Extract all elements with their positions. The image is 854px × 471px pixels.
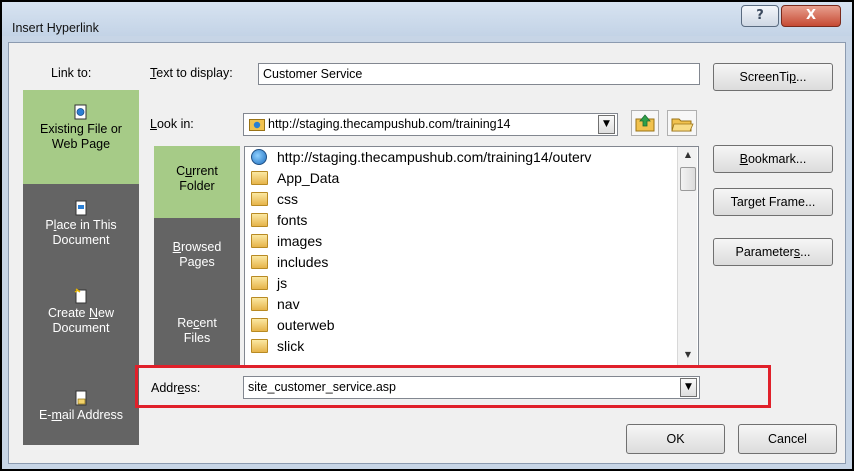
folder-icon [251, 255, 268, 269]
link-to-create-label-1: Create New [47, 306, 114, 320]
scroll-up-arrow[interactable]: ▲ [678, 147, 698, 163]
list-item-name: css [277, 191, 298, 207]
list-item[interactable]: includes [251, 252, 328, 273]
list-item-name: images [277, 233, 323, 249]
up-folder-button[interactable] [631, 110, 659, 136]
link-to-label: Link to: [51, 66, 92, 80]
folder-icon [251, 339, 268, 353]
address-highlight-box [135, 365, 771, 408]
email-address-icon [75, 390, 87, 406]
look-in-web-folder-icon [249, 119, 265, 131]
scroll-down-arrow[interactable]: ▼ [678, 347, 698, 363]
folder-icon [251, 297, 268, 311]
browsed-pages-label-2: Pages [179, 255, 215, 269]
link-to-existing-file-label-1: Existing File or [40, 122, 122, 136]
link-to-bar: Existing File or Web Page Place in This … [23, 90, 139, 445]
link-to-place-label-2: Document [52, 233, 110, 247]
text-to-display-label: Text to display: [150, 66, 233, 80]
close-button[interactable]: X [781, 5, 841, 27]
list-item-name: slick [277, 338, 305, 354]
list-item-name: includes [277, 254, 329, 270]
link-to-email-label: E-mail Address [38, 408, 124, 422]
look-in-label: Look in: [150, 117, 194, 131]
link-to-existing-file-label-2: Web Page [51, 137, 111, 151]
folder-icon [251, 192, 268, 206]
list-item-name: fonts [277, 212, 308, 228]
link-to-create-new-document[interactable]: Create New Document [23, 288, 139, 336]
up-folder-icon [635, 114, 655, 132]
screentip-button[interactable]: ScreenTip... [713, 63, 833, 91]
list-item[interactable]: nav [251, 294, 300, 315]
list-item[interactable]: outerweb [251, 315, 335, 336]
list-item[interactable]: fonts [251, 210, 307, 231]
folder-icon [251, 171, 268, 185]
browse-folder-button[interactable] [667, 110, 697, 136]
new-document-icon [74, 288, 87, 304]
browsed-pages-label-1: Browsed [172, 240, 222, 254]
list-item-name: js [277, 275, 288, 291]
target-frame-button[interactable]: Target Frame... [713, 188, 833, 216]
folder-icon [251, 276, 268, 290]
text-to-display-field[interactable]: Customer Service [258, 63, 700, 85]
web-page-icon [74, 104, 87, 120]
ok-button[interactable]: OK [626, 424, 725, 454]
web-link-icon [251, 149, 267, 165]
link-to-create-label-2: Document [52, 321, 110, 335]
dialog-title: Insert Hyperlink [12, 21, 99, 35]
list-item-name: nav [277, 296, 300, 312]
folder-icon [251, 318, 268, 332]
recent-files-label-1: Recent [177, 316, 217, 330]
list-item[interactable]: App_Data [251, 168, 339, 189]
list-item-name: http://staging.thecampushub.com/training… [277, 149, 592, 165]
look-in-bar: Current Folder Browsed Pages Recent File… [154, 146, 240, 366]
help-button[interactable]: ? [741, 5, 779, 27]
parameters-button[interactable]: Parameters... [713, 238, 833, 266]
list-item[interactable]: images [251, 231, 322, 252]
list-item[interactable]: http://staging.thecampushub.com/training… [251, 147, 591, 168]
list-item[interactable]: css [251, 189, 298, 210]
bookmark-button[interactable]: Bookmark... [713, 145, 833, 173]
list-item-name: App_Data [277, 170, 340, 186]
current-folder-tab[interactable]: Current Folder [154, 146, 240, 218]
cancel-button[interactable]: Cancel [738, 424, 837, 454]
place-in-document-icon [75, 200, 87, 216]
file-list-scrollbar[interactable]: ▲ ▼ [677, 147, 697, 365]
list-item[interactable]: js [251, 273, 287, 294]
recent-files-label-2: Files [183, 331, 211, 345]
folder-icon [251, 213, 268, 227]
current-folder-label-1: Current [176, 164, 218, 178]
link-to-existing-file[interactable]: Existing File or Web Page [23, 90, 139, 184]
title-bar: Insert Hyperlink ? X [2, 2, 852, 36]
link-to-place-in-document[interactable]: Place in This Document [23, 200, 139, 248]
list-item[interactable]: slick [251, 336, 304, 357]
current-folder-label-2: Folder [179, 179, 215, 193]
link-to-email-address[interactable]: E-mail Address [23, 390, 139, 423]
list-item-name: outerweb [277, 317, 335, 333]
browsed-pages-tab[interactable]: Browsed Pages [154, 240, 240, 270]
file-list[interactable]: http://staging.thecampushub.com/training… [244, 146, 699, 366]
scroll-thumb[interactable] [680, 167, 696, 191]
look-in-dropdown-arrow[interactable]: ▼ [598, 115, 615, 134]
browse-folder-icon [671, 118, 694, 132]
recent-files-tab[interactable]: Recent Files [154, 316, 240, 346]
look-in-value: http://staging.thecampushub.com/training… [268, 117, 511, 131]
look-in-combo[interactable]: http://staging.thecampushub.com/training… [243, 113, 618, 136]
folder-icon [251, 234, 268, 248]
link-to-place-label-1: Place in This [45, 218, 117, 232]
